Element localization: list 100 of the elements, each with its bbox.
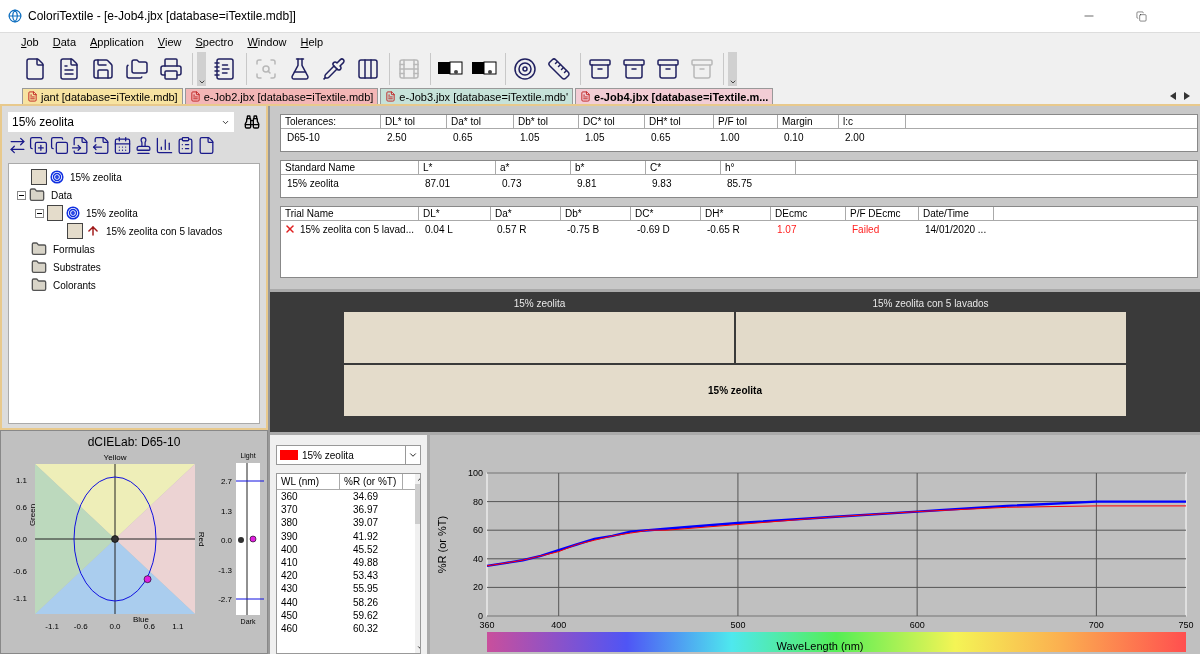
ruler-icon bbox=[547, 57, 571, 81]
table-cell-text: 460 bbox=[280, 621, 299, 636]
tick-label: 700 bbox=[1088, 620, 1104, 630]
column-header[interactable]: a* bbox=[496, 161, 571, 175]
tick-label: 40 bbox=[473, 553, 483, 564]
dropdown-icon bbox=[408, 450, 418, 460]
stamp-icon[interactable] bbox=[134, 136, 153, 155]
table-cell-text: -0.75 B bbox=[566, 223, 601, 235]
tick-label: 60 bbox=[473, 525, 483, 536]
column-header[interactable]: Margin bbox=[778, 115, 839, 129]
column-header[interactable]: Db* bbox=[561, 207, 631, 221]
column-header[interactable]: Da* bbox=[491, 207, 561, 221]
column-header[interactable]: DC* bbox=[631, 207, 701, 221]
table-cell-text: 2.00 bbox=[844, 131, 866, 143]
app-logo-icon bbox=[8, 9, 22, 23]
tick-label: 360 bbox=[479, 620, 495, 630]
menu-item[interactable]: Job bbox=[14, 36, 46, 48]
table-cell-text: -0.65 R bbox=[706, 223, 741, 235]
menu-item[interactable]: Spectro bbox=[188, 36, 241, 48]
tick-label: 0.0 bbox=[15, 535, 27, 544]
binoculars-icon[interactable] bbox=[244, 114, 260, 130]
sample-select[interactable]: 15% zeolita bbox=[276, 445, 421, 465]
column-header[interactable]: DH* bbox=[701, 207, 771, 221]
copy-icon[interactable] bbox=[50, 136, 69, 155]
copy-plus-icon[interactable] bbox=[29, 136, 48, 155]
column-header[interactable]: l:c bbox=[839, 115, 906, 129]
column-header[interactable]: DL* bbox=[419, 207, 491, 221]
document-tab[interactable]: jant [database=iTextile.mdb] bbox=[22, 88, 183, 104]
menu-item[interactable]: Application bbox=[83, 36, 151, 48]
tick-label: 1.1 bbox=[172, 622, 184, 631]
pipette-icon bbox=[322, 57, 346, 81]
menu-item[interactable]: Data bbox=[45, 36, 83, 48]
menu-item[interactable]: Help bbox=[293, 36, 331, 48]
column-header[interactable]: Db* tol bbox=[514, 115, 579, 129]
document-tab[interactable]: e-Job3.jbx [database=iTextile.mdb' bbox=[380, 88, 574, 104]
column-header[interactable]: WL (nm) bbox=[277, 474, 340, 489]
file-icon[interactable] bbox=[197, 136, 216, 155]
document-tab[interactable]: e-Job4.jbx [database=iTextile.m... bbox=[575, 88, 774, 104]
target-icon bbox=[66, 206, 80, 220]
column-header[interactable]: b* bbox=[571, 161, 646, 175]
save-icon bbox=[91, 57, 115, 81]
table-cell-text: 440 bbox=[280, 595, 299, 609]
table-cell-text: 9.83 bbox=[651, 177, 673, 189]
column-header[interactable]: Da* tol bbox=[447, 115, 514, 129]
arrow-icon bbox=[86, 224, 100, 238]
column-header[interactable]: %R (or %T) bbox=[340, 474, 403, 489]
column-header[interactable]: DC* tol bbox=[579, 115, 645, 129]
tick-label: 0 bbox=[478, 611, 483, 621]
menu-item[interactable]: Window bbox=[240, 36, 294, 48]
collapse-icon[interactable] bbox=[17, 190, 26, 200]
tree-item[interactable]: 15% zeolita bbox=[70, 171, 122, 183]
column-header[interactable]: h° bbox=[721, 161, 796, 175]
column-header[interactable]: Tolerances: bbox=[281, 115, 381, 129]
calendar-icon[interactable] bbox=[113, 136, 132, 155]
table-cell-text: 41.92 bbox=[352, 529, 380, 543]
column-header[interactable]: DH* tol bbox=[645, 115, 714, 129]
tick-label: 2.7 bbox=[220, 477, 232, 486]
column-header[interactable]: C* bbox=[646, 161, 721, 175]
table-cell-text: 59.62 bbox=[352, 608, 380, 622]
document-tab[interactable]: e-Job2.jbx [database=iTextile.mdb] bbox=[184, 88, 379, 104]
collapse-icon[interactable] bbox=[35, 208, 44, 218]
table-cell-text: 2.50 bbox=[386, 131, 408, 143]
caret-icon bbox=[728, 78, 737, 86]
swatch-icon bbox=[47, 205, 63, 221]
column-header[interactable]: Date/Time bbox=[919, 207, 994, 221]
restore-icon[interactable] bbox=[1135, 10, 1147, 22]
document-icon bbox=[57, 57, 81, 81]
chart-icon[interactable] bbox=[155, 136, 174, 155]
table-cell-text: 1.05 bbox=[584, 131, 606, 143]
film-icon bbox=[397, 57, 421, 81]
arrows-icon[interactable] bbox=[8, 136, 27, 155]
target-icon bbox=[50, 170, 64, 184]
table-cell-text: 60.32 bbox=[352, 621, 380, 636]
clipboard-icon[interactable] bbox=[176, 136, 195, 155]
column-header[interactable]: Standard Name bbox=[281, 161, 419, 175]
tree-item[interactable]: Colorants bbox=[53, 279, 96, 291]
column-header[interactable]: DEcmc bbox=[771, 207, 846, 221]
axis-label: Red bbox=[197, 531, 206, 547]
table-cell-text: 45.52 bbox=[352, 542, 380, 556]
axis-title: WaveLength (nm) bbox=[776, 640, 864, 652]
tree-item[interactable]: Formulas bbox=[53, 243, 95, 255]
column-header[interactable]: Trial Name bbox=[281, 207, 419, 221]
magnifier-icon bbox=[254, 57, 278, 81]
file-input-icon[interactable] bbox=[71, 136, 90, 155]
file-output-icon[interactable] bbox=[92, 136, 111, 155]
menu-item[interactable]: View bbox=[150, 36, 189, 48]
tree-item[interactable]: 15% zeolita bbox=[86, 207, 138, 219]
column-header[interactable]: P/F DEcmc bbox=[846, 207, 919, 221]
tree-item[interactable]: Data bbox=[51, 189, 73, 201]
axis-label: Green bbox=[28, 503, 37, 527]
scroll-left-icon[interactable] bbox=[1170, 92, 1176, 100]
column-header[interactable]: P/F tol bbox=[714, 115, 778, 129]
tree-item[interactable]: 15% zeolita con 5 lavados bbox=[106, 225, 223, 237]
folders-icon bbox=[125, 57, 149, 81]
standard-select[interactable]: 15% zeolita bbox=[8, 112, 234, 132]
tick-label: -2.7 bbox=[218, 595, 232, 604]
column-header[interactable]: L* bbox=[419, 161, 496, 175]
tree-item[interactable]: Substrates bbox=[53, 261, 101, 273]
scroll-right-icon[interactable] bbox=[1184, 92, 1190, 100]
column-header[interactable]: DL* tol bbox=[381, 115, 447, 129]
